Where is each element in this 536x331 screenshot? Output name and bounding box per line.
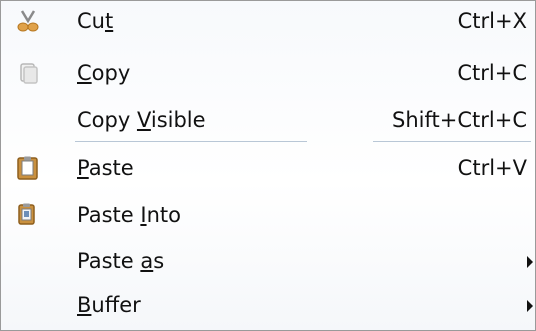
menu-item-cut[interactable]: Cut Ctrl+X xyxy=(1,1,535,41)
menu-item-paste[interactable]: Paste Ctrl+V xyxy=(1,148,535,188)
menu-item-paste-into[interactable]: Paste Into xyxy=(1,195,535,235)
menu-item-label: Copy Visible xyxy=(77,108,206,132)
menu-item-label: Copy xyxy=(77,61,131,85)
menu-item-label: Cut xyxy=(77,9,114,33)
shortcut-text: Ctrl+V xyxy=(457,156,527,180)
shortcut-text: Ctrl+C xyxy=(457,61,527,85)
menu-item-label: Paste xyxy=(77,156,134,180)
menu-item-copy-visible[interactable]: Copy Visible Shift+Ctrl+C xyxy=(1,100,535,140)
submenu-arrow-icon xyxy=(527,300,533,312)
separator xyxy=(75,141,307,142)
menu-item-buffer[interactable]: Buffer xyxy=(1,285,535,325)
scissors-icon xyxy=(15,9,41,33)
edit-context-menu: Cut Ctrl+X Copy Ctrl+C Copy Visible Shif… xyxy=(0,0,536,331)
menu-item-label: Paste as xyxy=(77,249,165,273)
menu-item-label: Buffer xyxy=(77,293,141,317)
separator xyxy=(373,141,531,142)
paste-into-icon xyxy=(15,203,41,227)
paste-icon xyxy=(15,156,41,180)
shortcut-text: Ctrl+X xyxy=(457,9,527,33)
menu-item-copy[interactable]: Copy Ctrl+C xyxy=(1,53,535,93)
submenu-arrow-icon xyxy=(527,256,533,268)
copy-icon xyxy=(15,61,41,85)
shortcut-text: Shift+Ctrl+C xyxy=(392,108,527,132)
menu-item-paste-as[interactable]: Paste as xyxy=(1,241,535,281)
menu-item-label: Paste Into xyxy=(77,203,181,227)
